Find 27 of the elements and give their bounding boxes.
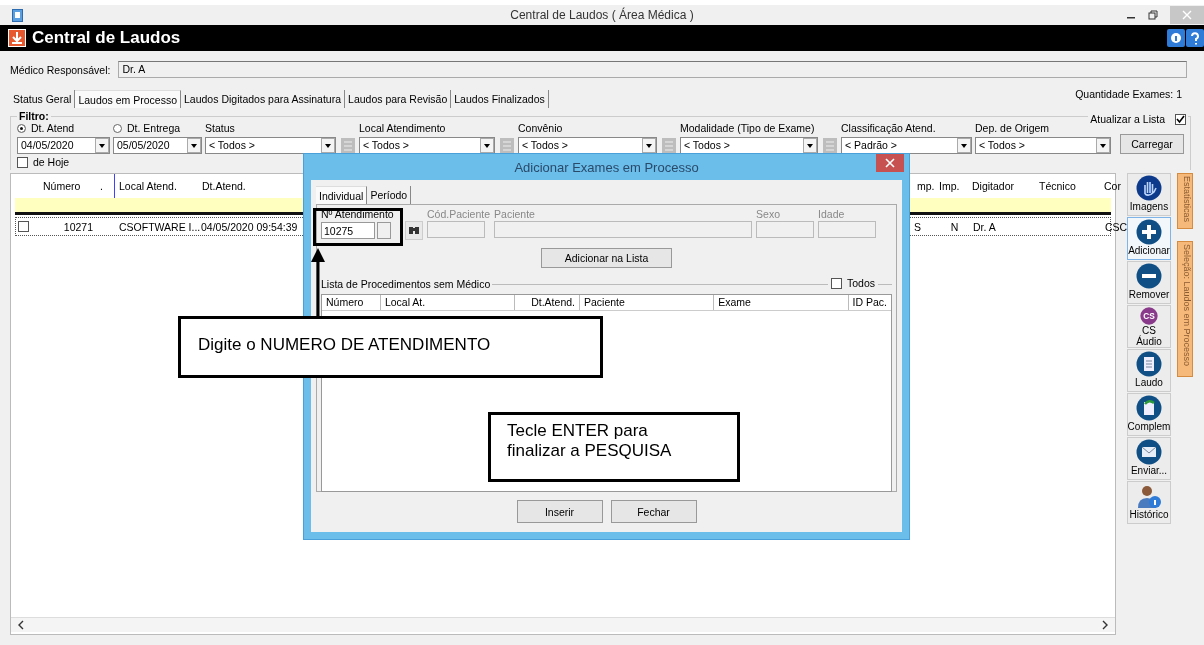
- filter-label: Convênio: [518, 122, 564, 134]
- radio-label: Dt. Atend: [31, 122, 75, 134]
- field-label: Cód.Paciente: [427, 208, 491, 219]
- filter-label: Modalidade (Tipo de Exame): [680, 122, 816, 134]
- filter-label: Dep. de Origem: [975, 122, 1051, 134]
- filter-label: Local Atendimento: [359, 122, 447, 134]
- field-label: Idade: [818, 208, 846, 219]
- filter-title: Filtro:: [18, 110, 50, 122]
- table-cell-text: 10271: [62, 220, 94, 233]
- field-label: Paciente: [494, 208, 536, 219]
- filter-label: Status: [205, 122, 236, 134]
- window-title: Central de Laudos ( Área Médica ): [510, 8, 694, 22]
- callout-box: Tecle ENTER para finalizar a PESQUISA: [488, 412, 740, 482]
- exam-count: Quantidade Exames: 1: [1075, 88, 1182, 102]
- table-cell-text: 04/05/2020 09:54:39: [200, 220, 299, 233]
- table-cell-text: N: [949, 220, 960, 233]
- field-label: Sexo: [756, 208, 781, 219]
- dialog-title: Adicionar Exames em Processo: [514, 159, 699, 175]
- filter-label: Classificação Atend.: [841, 122, 937, 134]
- table-cell-text: CSOFTWARE I...: [118, 220, 199, 233]
- table-cell-text: Dr. A: [972, 220, 997, 233]
- header-title: Central de Laudos: [32, 28, 181, 48]
- table-cell-text: S: [914, 220, 922, 233]
- doctor-label: Médico Responsável:: [10, 63, 111, 76]
- table-cell-text: CSC: [1104, 220, 1128, 233]
- callout-box: Digite o NUMERO DE ATENDIMENTO: [178, 316, 603, 378]
- radio-label: Dt. Entrega: [127, 122, 181, 134]
